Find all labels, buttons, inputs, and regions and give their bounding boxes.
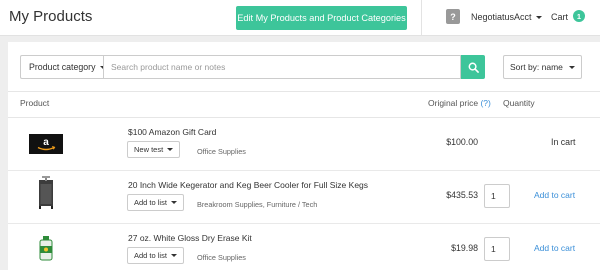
add-to-cart-link[interactable]: Add to cart [534,190,575,200]
product-name[interactable]: 20 Inch Wide Kegerator and Keg Beer Cool… [128,180,368,190]
chevron-down-icon [569,66,575,69]
product-row: 20 Inch Wide Kegerator and Keg Beer Cool… [8,171,600,224]
cart-count-badge: 1 [573,10,585,22]
column-header-original-price: Original price (?) [428,98,491,108]
header-divider [421,0,422,36]
product-name[interactable]: $100 Amazon Gift Card [128,127,216,137]
category-dropdown-label: Product category [29,62,96,72]
sort-dropdown-label: Sort by: name [510,62,563,72]
help-button[interactable]: ? [446,9,460,24]
dry-erase-kit-image-icon[interactable] [28,235,64,263]
original-price-label: Original price [428,98,479,108]
price-info-link[interactable]: (?) [480,98,490,108]
account-menu[interactable]: NegotiatusAcct [471,12,542,22]
chevron-down-icon [167,148,174,151]
page-title: My Products [9,8,93,25]
search-icon [468,62,479,73]
search-input[interactable] [103,55,461,79]
product-price: $435.53 [446,190,478,200]
cart-link[interactable]: Cart [551,12,568,22]
column-header-product: Product [20,98,50,108]
chevron-down-icon [535,16,542,20]
product-price: $19.98 [451,243,478,253]
product-categories: Office Supplies [197,253,246,262]
svg-text:a: a [43,137,49,148]
search-button[interactable] [461,55,485,79]
account-name: NegotiatusAcct [471,12,532,22]
product-price: $100.00 [446,137,478,147]
add-to-list-button[interactable]: Add to list [127,247,184,264]
product-row: 27 oz. White Gloss Dry Erase Kit Add to … [8,224,600,270]
quantity-input[interactable]: 1 [484,237,510,261]
list-button-label: New test [134,145,164,154]
kegerator-image-icon[interactable] [28,176,64,209]
add-to-list-button[interactable]: Add to list [127,194,184,211]
add-to-cart-link[interactable]: Add to cart [534,243,575,253]
column-header-quantity: Quantity [503,98,535,108]
list-button-label: Add to list [134,198,167,207]
product-name[interactable]: 27 oz. White Gloss Dry Erase Kit [128,233,252,243]
amazon-logo-icon[interactable]: a [28,130,64,158]
list-dropdown-button[interactable]: New test [127,141,181,158]
edit-products-button[interactable]: Edit My Products and Product Categories [236,6,407,30]
top-header: My Products Edit My Products and Product… [0,0,600,36]
quantity-input[interactable]: 1 [484,184,510,208]
chevron-down-icon [170,254,177,257]
list-button-label: Add to list [134,251,167,260]
sort-dropdown[interactable]: Sort by: name [503,55,582,79]
product-row: a $100 Amazon Gift Card New test Office … [8,118,600,171]
product-categories: Office Supplies [197,147,246,156]
product-categories: Breakroom Supplies, Furniture / Tech [197,200,318,209]
chevron-down-icon [170,201,177,204]
filter-bar: Product category Sort by: name [8,42,600,92]
products-panel: Product category Sort by: name Product O… [8,42,600,270]
product-category-dropdown[interactable]: Product category [20,55,106,79]
in-cart-status: In cart [551,137,576,147]
